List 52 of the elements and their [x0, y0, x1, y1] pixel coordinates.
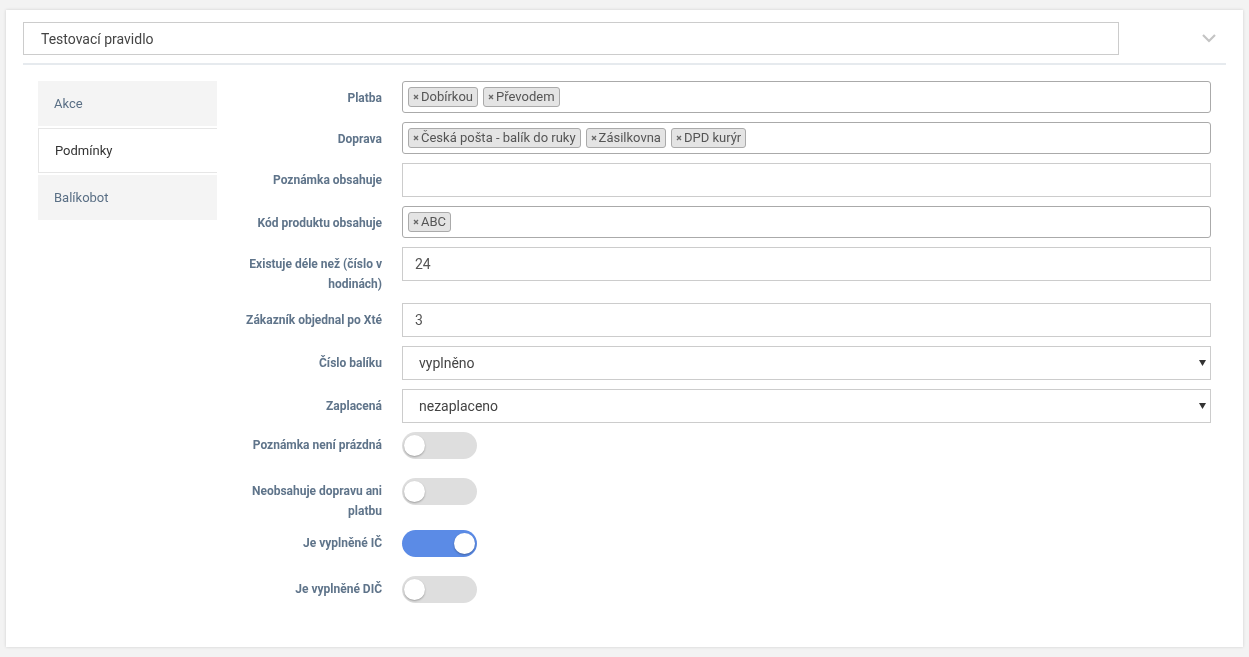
- field-label: Platba: [346, 90, 382, 107]
- field-label: Poznámka není prázdná: [251, 437, 382, 454]
- dropdown-caret-icon: [1199, 360, 1206, 366]
- tag-label: Převodem: [496, 88, 555, 106]
- remove-icon[interactable]: [675, 135, 682, 141]
- tag-input[interactable]: Česká pošta - balík do ruky Zásilkovna DPD kurýr: [402, 122, 1211, 154]
- tag-chip[interactable]: ABC: [408, 212, 452, 232]
- remove-icon[interactable]: [488, 94, 495, 100]
- toggle-switch[interactable]: [402, 576, 477, 603]
- tag-label: ABC: [421, 213, 447, 231]
- input-field[interactable]: 24: [402, 247, 1211, 281]
- field-label: Číslo balíku: [318, 354, 382, 372]
- tag-label: DPD kurýr: [683, 129, 742, 147]
- tag-label: Zásilkovna: [598, 129, 661, 147]
- toggle-knob[interactable]: [404, 579, 425, 600]
- input-field[interactable]: 3: [402, 303, 1211, 337]
- select-field[interactable]: nezaplaceno: [402, 389, 1211, 423]
- tag-label: Dobírkou: [421, 88, 474, 106]
- tab[interactable]: Podmínky: [38, 128, 217, 173]
- field-label: Poznámka obsahuje: [272, 172, 382, 189]
- remove-icon[interactable]: [413, 135, 419, 141]
- tab[interactable]: Akce: [38, 81, 217, 126]
- toggle-knob[interactable]: [404, 435, 425, 456]
- field-label: Je vyplněné IČ: [302, 534, 382, 552]
- input-field[interactable]: [402, 163, 1211, 197]
- toggle-knob[interactable]: [454, 533, 475, 554]
- field-label: Je vyplněné DIČ: [294, 580, 382, 598]
- tag-chip[interactable]: DPD kurýr: [670, 128, 747, 148]
- tag-label: Česká pošta - balík do ruky: [421, 129, 576, 147]
- dropdown-caret-icon: [1199, 403, 1206, 409]
- field-label: Kód produktu obsahuje: [256, 215, 382, 232]
- tag-input[interactable]: Dobírkou Převodem: [402, 81, 1211, 113]
- tag-chip[interactable]: Dobírkou: [408, 87, 479, 107]
- toggle-knob[interactable]: [404, 481, 425, 502]
- remove-icon[interactable]: [590, 135, 597, 141]
- tag-chip[interactable]: Česká pošta - balík do ruky: [408, 128, 581, 148]
- field-label: Existuje déle než (číslo v hodinách): [248, 256, 382, 293]
- select-field[interactable]: vyplněno: [402, 346, 1211, 380]
- rule-name-field[interactable]: Testovací pravidlo: [23, 22, 1119, 55]
- field-label: Neobsahuje dopravu ani platbu: [251, 483, 382, 520]
- remove-icon[interactable]: [413, 219, 419, 225]
- remove-icon[interactable]: [413, 94, 419, 100]
- tag-chip[interactable]: Zásilkovna: [585, 128, 666, 148]
- field-label: Doprava: [336, 131, 382, 148]
- tag-input[interactable]: ABC: [402, 206, 1211, 238]
- toggle-switch[interactable]: [402, 478, 477, 505]
- field-label: Zákazník objednal po Xté: [245, 312, 382, 329]
- toggle-switch[interactable]: [402, 530, 477, 557]
- tag-chip[interactable]: Převodem: [483, 87, 560, 107]
- field-label: Zaplacená: [325, 398, 382, 415]
- toggle-switch[interactable]: [402, 432, 477, 459]
- tab[interactable]: Balíkobot: [38, 175, 217, 220]
